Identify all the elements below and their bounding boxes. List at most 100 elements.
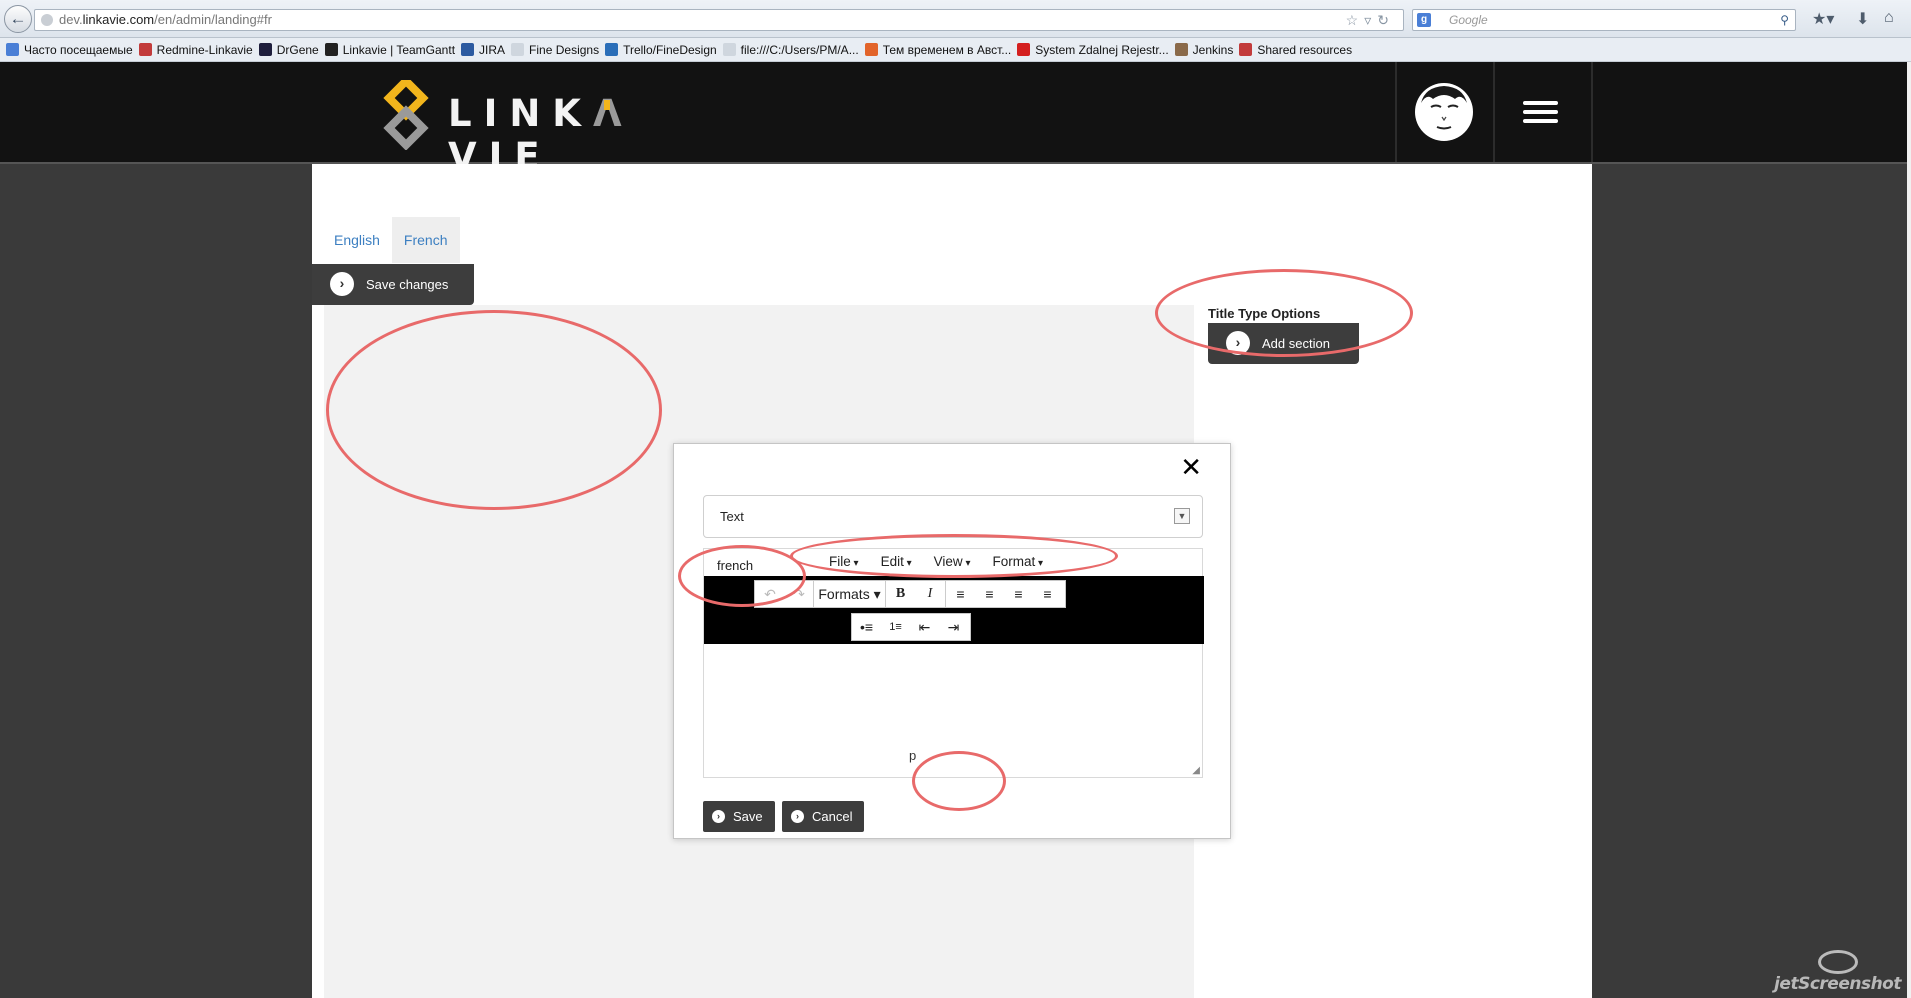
watermark-eye-icon [1818, 950, 1859, 974]
reload-icon[interactable]: ↻ [1377, 12, 1395, 28]
field-label: french [717, 558, 754, 573]
bookmark-favicon-icon [138, 43, 152, 56]
chevron-right-icon: › [1226, 331, 1250, 355]
italic-icon[interactable]: I [915, 581, 945, 607]
toolbar-row-2: •≡ 1≡ ⇤ ⇥ [851, 613, 971, 641]
bookmark-item[interactable]: Jenkins [1174, 38, 1234, 61]
chevron-right-icon: › [791, 810, 804, 823]
save-changes-button[interactable]: › Save changes [312, 264, 474, 305]
right-gutter [1592, 164, 1911, 998]
bookmark-item[interactable]: System Zdalnej Rejestr... [1017, 38, 1169, 61]
resize-handle-icon[interactable]: ◢ [1192, 765, 1200, 776]
chevron-down-icon[interactable]: ▼ [1174, 508, 1190, 524]
bookmark-favicon-icon [1017, 43, 1031, 56]
browser-toolbar: ← dev.linkavie.com/en/admin/landing#fr ☆… [0, 0, 1911, 38]
url-path: /en/admin/landing#fr [154, 12, 272, 27]
save-button[interactable]: › Save [703, 801, 775, 832]
bookmark-label: Jenkins [1192, 43, 1234, 57]
site-identity-icon[interactable] [41, 14, 53, 26]
align-right-icon[interactable]: ≡ [1004, 581, 1033, 607]
align-justify-icon[interactable]: ≡ [1033, 581, 1062, 607]
header-divider [1493, 62, 1495, 162]
bookmark-label: file:///C:/Users/PM/A... [740, 43, 859, 57]
bookmark-item[interactable]: Тем временем в Авст... [864, 38, 1012, 61]
bookmark-favicon-icon [461, 43, 475, 56]
bookmark-label: Fine Designs [529, 43, 600, 57]
bookmark-item[interactable]: file:///C:/Users/PM/A... [722, 38, 859, 61]
linkavie-logo[interactable]: LINKΛ VIE [383, 76, 703, 178]
close-icon[interactable]: ✕ [1180, 454, 1202, 480]
menu-file[interactable]: File [829, 549, 859, 577]
undo-icon[interactable]: ↶ [755, 581, 785, 607]
menu-view[interactable]: View [934, 549, 971, 577]
section-type-select[interactable]: Text ▼ [703, 495, 1203, 538]
bookmark-item[interactable]: Trello/FineDesign [605, 38, 717, 61]
page-scrollbar[interactable] [1907, 62, 1911, 998]
url-domain: linkavie.com [82, 12, 155, 27]
url-prefix: dev. [59, 12, 83, 27]
bold-icon[interactable]: B [885, 581, 915, 607]
search-icon[interactable]: ⚲ [1780, 10, 1789, 30]
user-avatar[interactable] [1415, 83, 1473, 141]
bookmark-item[interactable]: Shared resources [1239, 38, 1352, 61]
menu-edit[interactable]: Edit [881, 549, 912, 577]
align-left-icon[interactable]: ≡ [945, 581, 975, 607]
add-section-label: Add section [1262, 336, 1330, 351]
editor-content-area[interactable]: p ◢ [704, 644, 1204, 779]
formats-dropdown[interactable]: Formats ▾ [813, 581, 885, 607]
hamburger-menu-icon[interactable] [1523, 101, 1558, 123]
bookmarks-menu-icon[interactable]: ★▾ [1812, 9, 1834, 29]
bookmark-item[interactable]: JIRA [461, 38, 505, 61]
bookmark-label: Тем временем в Авст... [882, 43, 1012, 57]
align-center-icon[interactable]: ≡ [975, 581, 1004, 607]
title-type-options-heading: Title Type Options [1208, 306, 1321, 321]
bookmark-favicon-icon [722, 43, 736, 56]
bookmark-favicon-icon [1239, 43, 1253, 56]
home-icon[interactable]: ⌂ [1884, 9, 1894, 27]
bookmark-label: Trello/FineDesign [623, 43, 717, 57]
bookmark-item[interactable]: Часто посещаемые [6, 38, 133, 61]
bookmark-star-icon[interactable]: ☆ [1346, 12, 1365, 28]
logo-mark-icon [383, 80, 429, 150]
formats-label: Formats [818, 586, 870, 602]
site-header: LINKΛ VIE [0, 62, 1911, 178]
redo-icon[interactable]: ↷ [785, 581, 813, 607]
bookmark-favicon-icon [324, 43, 338, 56]
add-section-button[interactable]: › Add section [1208, 323, 1359, 364]
url-actions: ☆▿↻ [1346, 10, 1395, 30]
outdent-icon[interactable]: ⇤ [910, 614, 939, 640]
bookmark-favicon-icon [6, 43, 19, 56]
bookmark-label: DrGene [276, 43, 319, 57]
search-input[interactable]: g Google ⚲ [1412, 9, 1796, 31]
google-icon[interactable]: g [1417, 13, 1431, 27]
bullet-list-icon[interactable]: •≡ [852, 614, 881, 640]
bookmark-favicon-icon [511, 43, 525, 56]
tab-french[interactable]: French [391, 217, 460, 263]
section-type-value: Text [720, 509, 744, 524]
address-bar[interactable]: dev.linkavie.com/en/admin/landing#fr ☆▿↻ [34, 9, 1404, 31]
element-path: p [909, 748, 917, 763]
language-tabs: English French [322, 217, 460, 263]
cancel-button[interactable]: › Cancel [782, 801, 865, 832]
bookmarks-bar: Часто посещаемые Redmine-Linkavie DrGene Li… [0, 38, 1911, 62]
watermark-text: jetScreenshot [1774, 974, 1901, 994]
download-icon[interactable]: ⬇ [1856, 9, 1869, 29]
indent-icon[interactable]: ⇥ [939, 614, 968, 640]
back-arrow-icon[interactable]: ← [4, 5, 32, 33]
menu-format[interactable]: Format [993, 549, 1044, 577]
bookmark-favicon-icon [258, 43, 272, 56]
header-divider [1591, 62, 1593, 162]
dropdown-icon[interactable]: ▿ [1364, 12, 1377, 28]
cancel-label: Cancel [812, 809, 853, 824]
logo-a-mark: Λ [592, 92, 634, 135]
bookmark-item[interactable]: Linkavie | TeamGantt [324, 38, 456, 61]
chevron-right-icon: › [330, 272, 354, 296]
numbered-list-icon[interactable]: 1≡ [881, 614, 910, 640]
bookmark-favicon-icon [864, 43, 878, 56]
tab-english[interactable]: English [322, 217, 392, 263]
bookmark-label: Linkavie | TeamGantt [342, 43, 456, 57]
bookmark-item[interactable]: Fine Designs [511, 38, 600, 61]
bookmark-label: Часто посещаемые [24, 43, 133, 57]
bookmark-item[interactable]: DrGene [258, 38, 319, 61]
bookmark-item[interactable]: Redmine-Linkavie [138, 38, 253, 61]
